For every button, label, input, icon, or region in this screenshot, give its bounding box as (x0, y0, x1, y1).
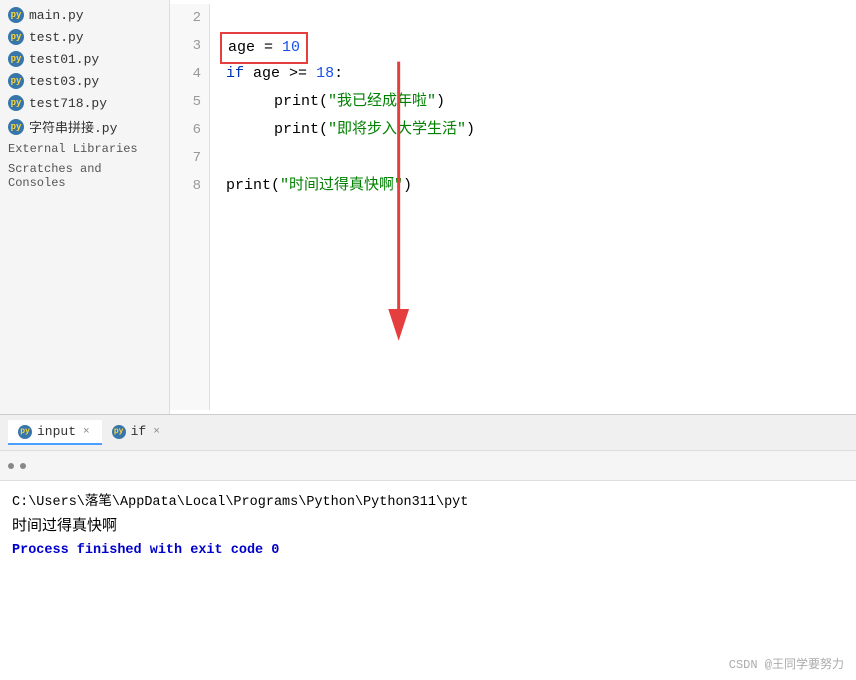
line-num-4: 4 (170, 60, 201, 88)
paren-r: ) (436, 93, 445, 110)
terminal-output: 时间过得真快啊 (12, 514, 844, 535)
sidebar-item-main[interactable]: py main.py (0, 4, 169, 26)
sidebar-item-label: test01.py (29, 52, 99, 67)
eq-op: = (255, 39, 282, 56)
main-area: py main.py py test.py py test01.py py te… (0, 0, 856, 414)
bottom-tabs: py input × py if × (0, 414, 856, 450)
line-num-2: 2 (170, 4, 201, 32)
python-icon: py (8, 119, 24, 135)
python-icon: py (8, 7, 24, 23)
sidebar-item-label: main.py (29, 8, 84, 23)
line-num-8: 8 (170, 172, 201, 200)
str-1: "我已经成年啦" (328, 93, 436, 110)
sidebar-item-string[interactable]: py 字符串拼接.py (0, 114, 169, 139)
sidebar-item-label: Scratches and Consoles (8, 162, 102, 190)
terminal-area: C:\Users\落笔\AppData\Local\Programs\Pytho… (0, 450, 856, 680)
print-fn-1: print (274, 93, 319, 110)
code-line-8: print("时间过得真快啊") (226, 172, 856, 200)
sidebar-item-label: 字符串拼接.py (29, 117, 117, 136)
terminal-process: Process finished with exit code 0 (12, 543, 844, 558)
tab-input-label: input (37, 424, 76, 439)
gte-op: >= (280, 65, 316, 82)
paren-r3: ) (403, 177, 412, 194)
python-icon: py (8, 51, 24, 67)
sidebar: py main.py py test.py py test01.py py te… (0, 0, 170, 414)
print-fn-3: print (226, 177, 271, 194)
toolbar-dot-2 (20, 463, 26, 469)
terminal-content: C:\Users\落笔\AppData\Local\Programs\Pytho… (0, 481, 856, 680)
line-num-7: 7 (170, 144, 201, 172)
print-fn-2: print (274, 121, 319, 138)
code-line-6: print("即将步入大学生活") (226, 116, 856, 144)
age-value: 10 (282, 39, 300, 56)
code-line-2 (226, 4, 856, 32)
paren-l2: ( (319, 121, 328, 138)
colon: : (334, 65, 343, 82)
paren-l: ( (319, 93, 328, 110)
app-container: py main.py py test.py py test01.py py te… (0, 0, 856, 680)
str-3: "时间过得真快啊" (280, 177, 403, 194)
toolbar-dot-1 (8, 463, 14, 469)
str-2: "即将步入大学生活" (328, 121, 466, 138)
num-18: 18 (316, 65, 334, 82)
if-keyword: if (226, 65, 244, 82)
python-icon: py (8, 29, 24, 45)
line-num-5: 5 (170, 88, 201, 116)
space (244, 65, 253, 82)
code-lines: age = 10 if age >= 18: print("我已经成年啦") (210, 4, 856, 410)
line-num-3: 3 (170, 32, 201, 60)
terminal-toolbar (0, 451, 856, 481)
code-line-4: if age >= 18: (226, 60, 856, 88)
sidebar-item-external[interactable]: External Libraries (0, 139, 169, 159)
tab-if-label: if (131, 424, 147, 439)
sidebar-item-test718[interactable]: py test718.py (0, 92, 169, 114)
editor-area: 2 3 4 5 6 7 8 (170, 0, 856, 414)
watermark: CSDN @王同学要努力 (729, 655, 844, 672)
code-line-7 (226, 144, 856, 172)
sidebar-item-label: test.py (29, 30, 84, 45)
paren-l3: ( (271, 177, 280, 194)
paren-r2: ) (466, 121, 475, 138)
tab-input-close[interactable]: × (81, 426, 92, 438)
sidebar-item-test[interactable]: py test.py (0, 26, 169, 48)
terminal-path: C:\Users\落笔\AppData\Local\Programs\Pytho… (12, 489, 844, 510)
tab-if-icon: py (112, 425, 126, 439)
python-icon: py (8, 95, 24, 111)
tab-input-icon: py (18, 425, 32, 439)
age-var: age (228, 39, 255, 56)
sidebar-item-label: test03.py (29, 74, 99, 89)
code-line-5: print("我已经成年啦") (226, 88, 856, 116)
tab-if[interactable]: py if × (102, 420, 172, 445)
sidebar-item-test03[interactable]: py test03.py (0, 70, 169, 92)
sidebar-item-label: External Libraries (8, 142, 138, 156)
code-content: 2 3 4 5 6 7 8 (170, 0, 856, 414)
python-icon: py (8, 73, 24, 89)
sidebar-item-label: test718.py (29, 96, 107, 111)
sidebar-item-scratches[interactable]: Scratches and Consoles (0, 159, 169, 193)
tab-input[interactable]: py input × (8, 420, 102, 445)
age-var-2: age (253, 65, 280, 82)
sidebar-item-test01[interactable]: py test01.py (0, 48, 169, 70)
tab-if-close[interactable]: × (151, 426, 162, 438)
line-num-6: 6 (170, 116, 201, 144)
editor-wrapper: 2 3 4 5 6 7 8 (170, 0, 856, 414)
code-line-3[interactable]: age = 10 (226, 32, 856, 60)
line-numbers: 2 3 4 5 6 7 8 (170, 4, 210, 410)
